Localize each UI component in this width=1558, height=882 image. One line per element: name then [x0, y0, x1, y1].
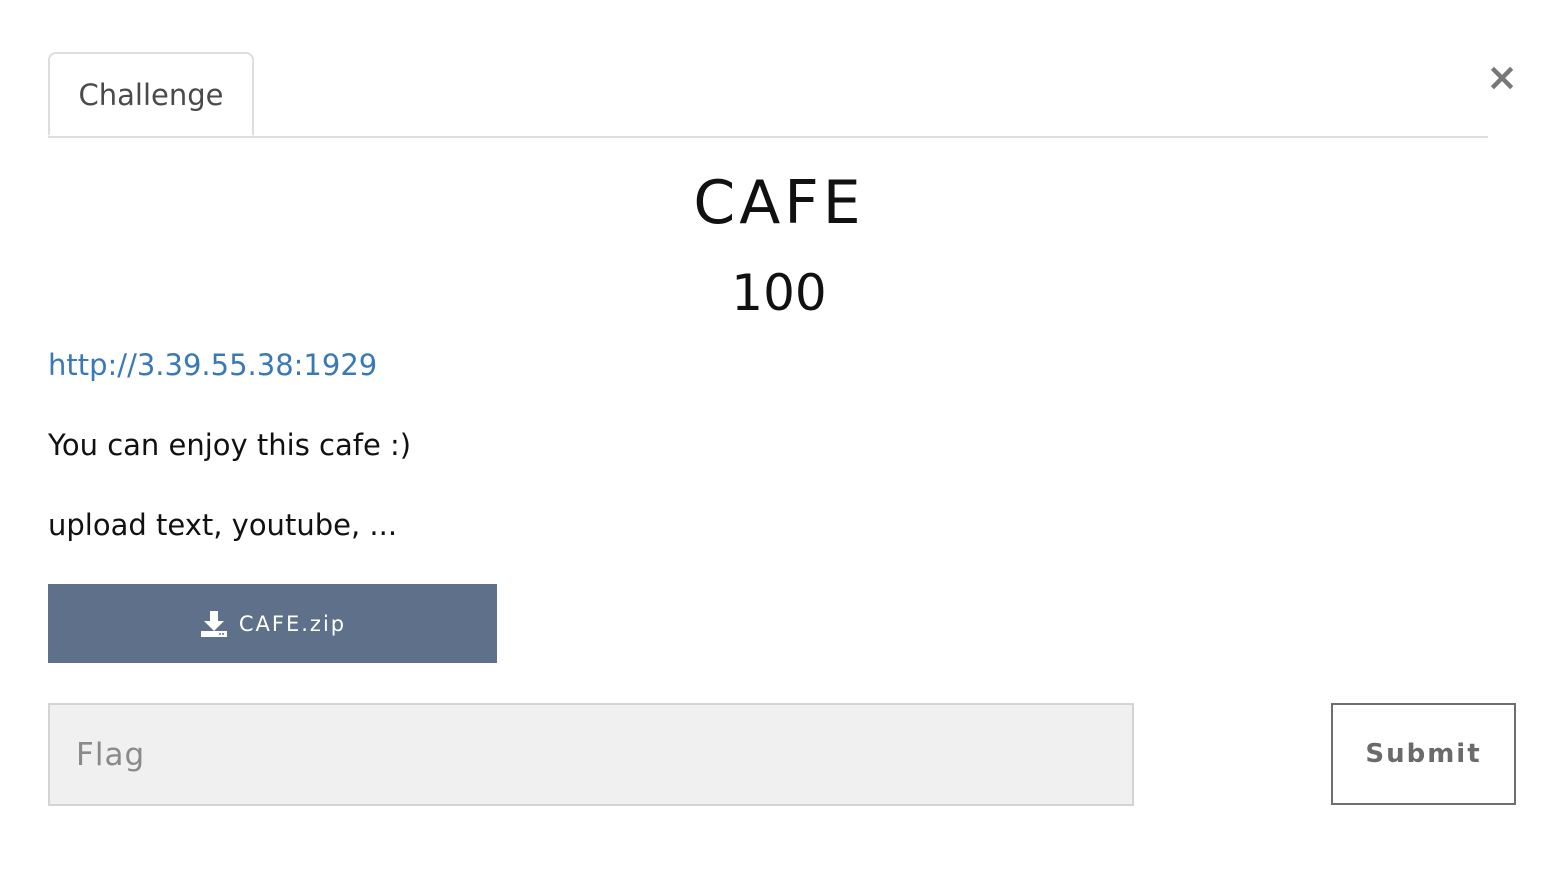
close-icon[interactable]: × [1484, 56, 1520, 98]
download-file-button[interactable]: CAFE.zip [48, 584, 497, 663]
challenge-points: 100 [731, 264, 827, 322]
description-line-2: upload text, youtube, ... [48, 508, 398, 542]
tab-challenge[interactable]: Challenge [48, 52, 254, 136]
challenge-title: CAFE [693, 168, 865, 238]
download-file-label: CAFE.zip [238, 611, 347, 636]
flag-input[interactable] [48, 703, 1134, 806]
tab-bar: Challenge [48, 52, 1488, 138]
description-line-1: You can enjoy this cafe :) [48, 428, 412, 462]
submit-button[interactable]: Submit [1331, 703, 1516, 805]
download-icon [199, 609, 229, 639]
challenge-url-link[interactable]: http://3.39.55.38:1929 [48, 348, 377, 382]
challenge-modal: × Challenge CAFE 100 http://3.39.55.38:1… [0, 0, 1558, 882]
